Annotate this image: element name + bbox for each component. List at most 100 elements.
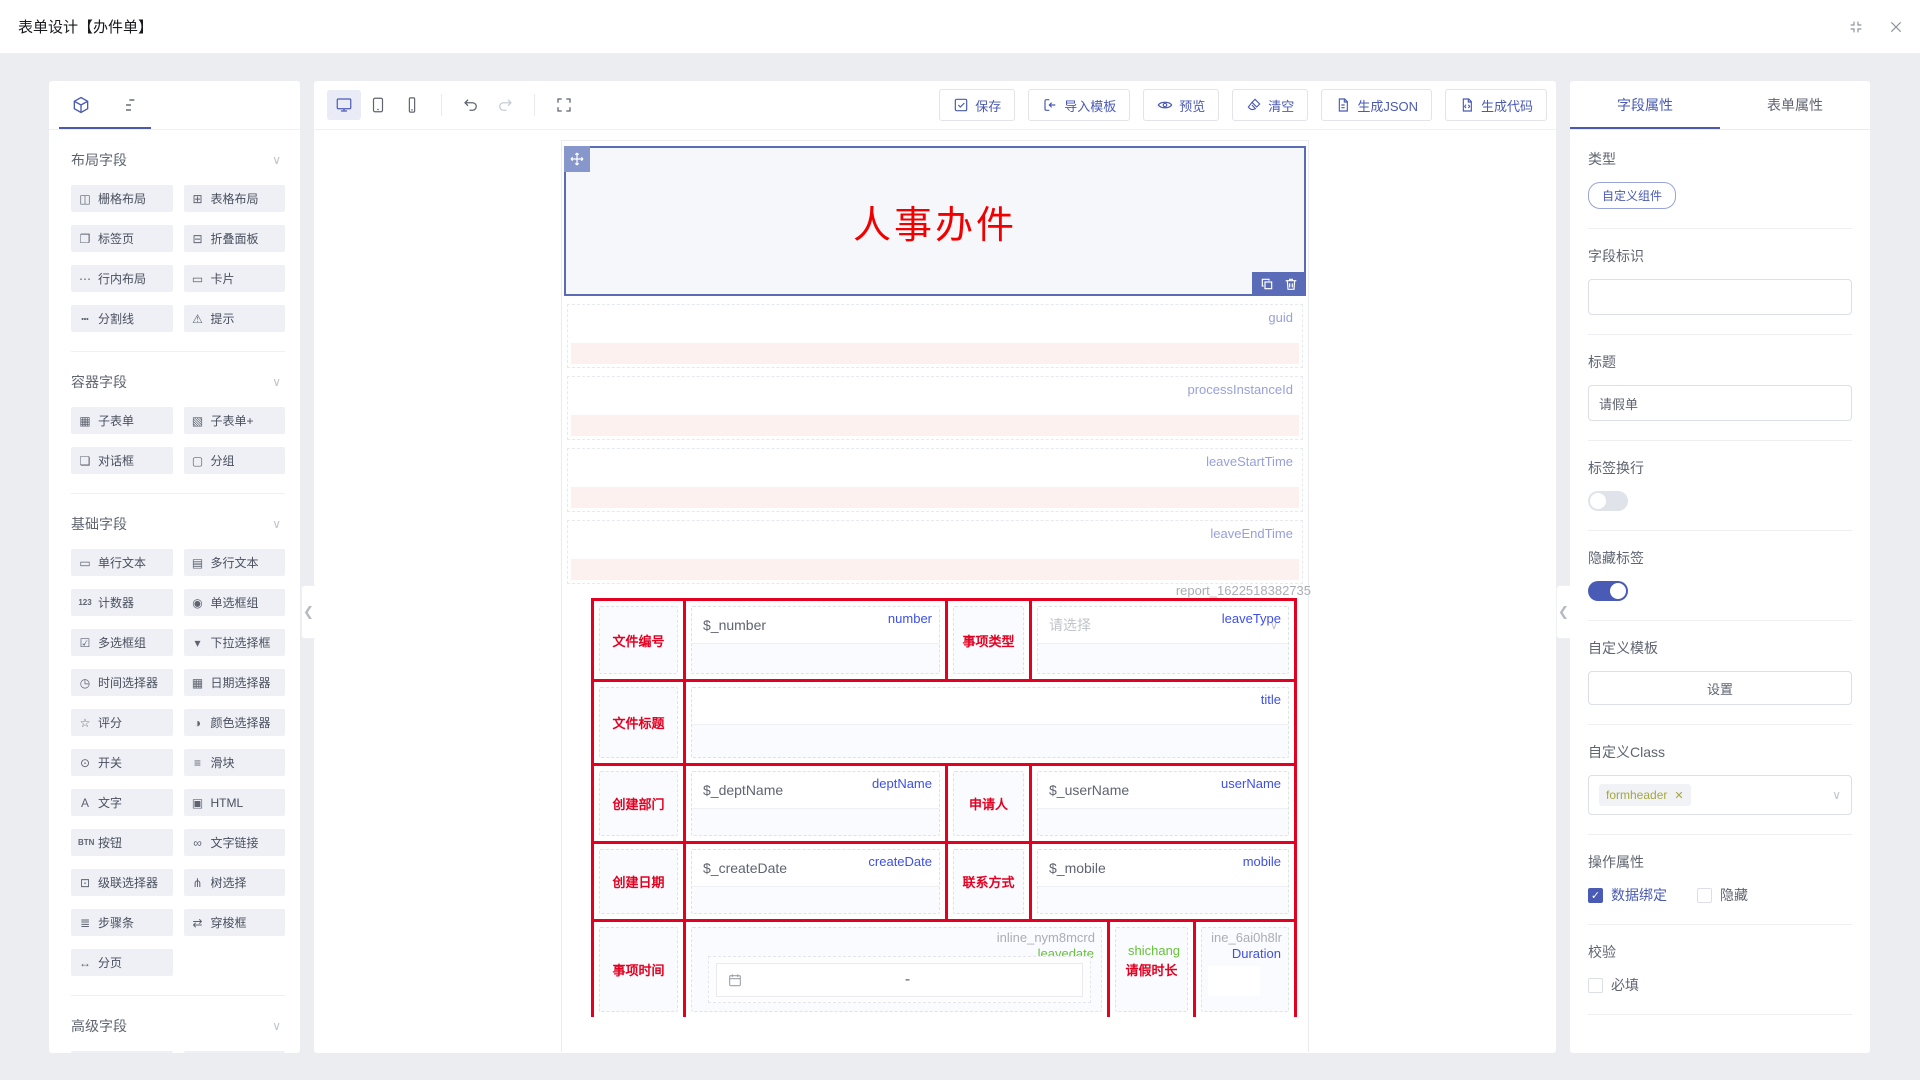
sidebar-item-tab-page[interactable]: ❐标签页 — [71, 225, 173, 252]
sidebar-item-sub-form[interactable]: ▦子表单 — [71, 407, 173, 434]
sidebar-item-divider-line[interactable]: ┅分割线 — [71, 305, 173, 332]
sidebar-item-switch[interactable]: ⊙开关 — [71, 749, 173, 776]
cell-label-number[interactable]: 文件编号 — [594, 601, 686, 679]
custom-class-select[interactable]: formheader ✕ ∨ — [1588, 775, 1852, 815]
sidebar-section-header[interactable]: 基础字段∨ — [71, 494, 285, 534]
inline-layout-container[interactable]: - — [708, 956, 1091, 1003]
device-desktop-button[interactable] — [327, 90, 361, 120]
radio-group-icon: ◉ — [191, 596, 205, 610]
sidebar-item-radio-group[interactable]: ◉单选框组 — [184, 589, 286, 616]
hidden-field-label: leaveStartTime — [568, 449, 1302, 469]
remove-tag-icon[interactable]: ✕ — [1674, 789, 1683, 802]
design-table: 文件编号 $_number number 事项类型 — [591, 598, 1297, 1017]
hidden-field-row[interactable]: leaveEndTime — [567, 520, 1303, 584]
cell-field-title[interactable]: title — [686, 682, 1294, 763]
checkbox-required[interactable]: 必填 — [1588, 975, 1639, 995]
sidebar-item-counter[interactable]: 123计数器 — [71, 589, 173, 616]
tab-field-properties[interactable]: 字段属性 — [1570, 81, 1720, 129]
field-id-input[interactable] — [1588, 279, 1852, 315]
cell-field-dept[interactable]: $_deptName deptName — [686, 766, 948, 841]
sidebar-section-header[interactable]: 高级字段∨ — [71, 996, 285, 1036]
sidebar-item-alert-tip[interactable]: ⚠提示 — [184, 305, 286, 332]
sidebar-item-pagination[interactable]: ↔分页 — [71, 949, 173, 976]
sidebar-item-group[interactable]: ▢分组 — [184, 447, 286, 474]
type-tag[interactable]: 自定义组件 — [1588, 182, 1676, 209]
clear-button[interactable]: 清空 — [1232, 89, 1308, 121]
cell-field-applicant[interactable]: $_userName userName — [1032, 766, 1294, 841]
cell-field-number[interactable]: $_number number — [686, 601, 948, 679]
outline-tree-icon[interactable] — [121, 95, 141, 115]
cell-field-leavedate[interactable]: inline_nym8mcrd leavedate - — [686, 922, 1110, 1017]
redo-icon[interactable] — [488, 90, 522, 120]
sidebar-item-inline-layout[interactable]: ⋯行内布局 — [71, 265, 173, 292]
sidebar-item-tree-select[interactable]: ⋔树选择 — [184, 869, 286, 896]
import-template-button[interactable]: 导入模板 — [1028, 89, 1130, 121]
sidebar-item-time-picker[interactable]: ◷时间选择器 — [71, 669, 173, 696]
sidebar-item-cascader[interactable]: ⊡级联选择器 — [71, 869, 173, 896]
cell-label-create-date[interactable]: 创建日期 — [594, 844, 686, 919]
canvas-fullscreen-icon[interactable] — [547, 90, 581, 120]
label-wrap-toggle[interactable] — [1588, 491, 1628, 511]
fullscreen-toggle-icon[interactable] — [1848, 19, 1864, 35]
cell-label-contact[interactable]: 联系方式 — [948, 844, 1032, 919]
collapse-left-panel-handle[interactable]: ❮ — [301, 585, 315, 639]
cell-field-create-date[interactable]: $_createDate createDate — [686, 844, 948, 919]
cell-field-mobile[interactable]: $_mobile mobile — [1032, 844, 1294, 919]
form-header-component-selected[interactable]: 人事办件 — [564, 146, 1306, 296]
cell-label-dept[interactable]: 创建部门 — [594, 766, 686, 841]
sidebar-item-select[interactable]: ▾下拉选择框 — [184, 629, 286, 656]
close-icon[interactable] — [1888, 19, 1904, 35]
sidebar-item-table-layout[interactable]: ⊞表格布局 — [184, 185, 286, 212]
components-cube-icon[interactable] — [71, 95, 91, 115]
tab-form-properties[interactable]: 表单属性 — [1720, 81, 1870, 129]
hide-label-toggle[interactable] — [1588, 581, 1628, 601]
checkbox-hidden[interactable]: 隐藏 — [1697, 885, 1748, 905]
hidden-field-row[interactable]: guid — [567, 304, 1303, 368]
sidebar-item-date-picker[interactable]: ▦日期选择器 — [184, 669, 286, 696]
sidebar-item-slider[interactable]: ≡滑块 — [184, 749, 286, 776]
sidebar-item-html[interactable]: ▣HTML — [184, 789, 286, 816]
cell-label-duration[interactable]: shichang 请假时长 — [1110, 922, 1196, 1017]
template-settings-button[interactable]: 设置 — [1588, 671, 1852, 705]
cell-field-duration[interactable]: ine_6ai0h8lr Duration — [1196, 922, 1294, 1017]
sidebar-item-checkbox-group[interactable]: ☑多选框组 — [71, 629, 173, 656]
device-tablet-button[interactable] — [361, 90, 395, 120]
cell-field-leave-type[interactable]: 请选择 ∨ leaveType — [1032, 601, 1294, 679]
save-button[interactable]: 保存 — [939, 89, 1015, 121]
sidebar-item-steps[interactable]: ≣步骤条 — [71, 909, 173, 936]
preview-button[interactable]: 预览 — [1143, 89, 1219, 121]
sidebar-item-button[interactable]: BTN按钮 — [71, 829, 173, 856]
device-phone-button[interactable] — [395, 90, 429, 120]
title-input[interactable] — [1588, 385, 1852, 421]
generate-code-button[interactable]: 生成代码 — [1445, 89, 1547, 121]
sidebar-item-single-line-text[interactable]: ▭单行文本 — [71, 549, 173, 576]
sidebar-item-text[interactable]: A文字 — [71, 789, 173, 816]
generate-json-button[interactable]: 生成JSON — [1321, 89, 1432, 121]
sidebar-section-header[interactable]: 容器字段∨ — [71, 352, 285, 392]
move-handle-icon[interactable] — [564, 146, 590, 172]
sidebar-item-collapse-panel[interactable]: ⊟折叠面板 — [184, 225, 286, 252]
delete-icon[interactable] — [1283, 276, 1299, 292]
sidebar-section-header[interactable]: 布局字段∨ — [71, 130, 285, 170]
collapse-right-panel-handle[interactable]: ❮ — [1556, 585, 1570, 639]
sidebar-item-card[interactable]: ▭卡片 — [184, 265, 286, 292]
sidebar-item-transfer[interactable]: ⇄穿梭框 — [184, 909, 286, 936]
sidebar-item-rate[interactable]: ☆评分 — [71, 709, 173, 736]
sidebar-item-custom-area[interactable]: ▢自定义区域 — [71, 1051, 173, 1053]
sidebar-item-text-link[interactable]: ∞文字链接 — [184, 829, 286, 856]
cell-label-leave-type[interactable]: 事项类型 — [948, 601, 1032, 679]
sidebar-item-custom-widget[interactable]: ▣自定义组件 — [184, 1051, 286, 1053]
sidebar-item-grid-layout[interactable]: ◫栅格布局 — [71, 185, 173, 212]
sidebar-item-sub-form-plus[interactable]: ▧子表单+ — [184, 407, 286, 434]
checkbox-data-binding[interactable]: ✓ 数据绑定 — [1588, 885, 1667, 905]
undo-icon[interactable] — [454, 90, 488, 120]
cell-label-applicant[interactable]: 申请人 — [948, 766, 1032, 841]
sidebar-item-color-picker[interactable]: ◑颜色选择器 — [184, 709, 286, 736]
sidebar-item-multi-line-text[interactable]: ▤多行文本 — [184, 549, 286, 576]
cell-label-event-time[interactable]: 事项时间 — [594, 922, 686, 1017]
cell-label-title[interactable]: 文件标题 — [594, 682, 686, 763]
hidden-field-row[interactable]: processInstanceId — [567, 376, 1303, 440]
hidden-field-row[interactable]: leaveStartTime — [567, 448, 1303, 512]
copy-icon[interactable] — [1259, 276, 1275, 292]
sidebar-item-dialog[interactable]: ❏对话框 — [71, 447, 173, 474]
